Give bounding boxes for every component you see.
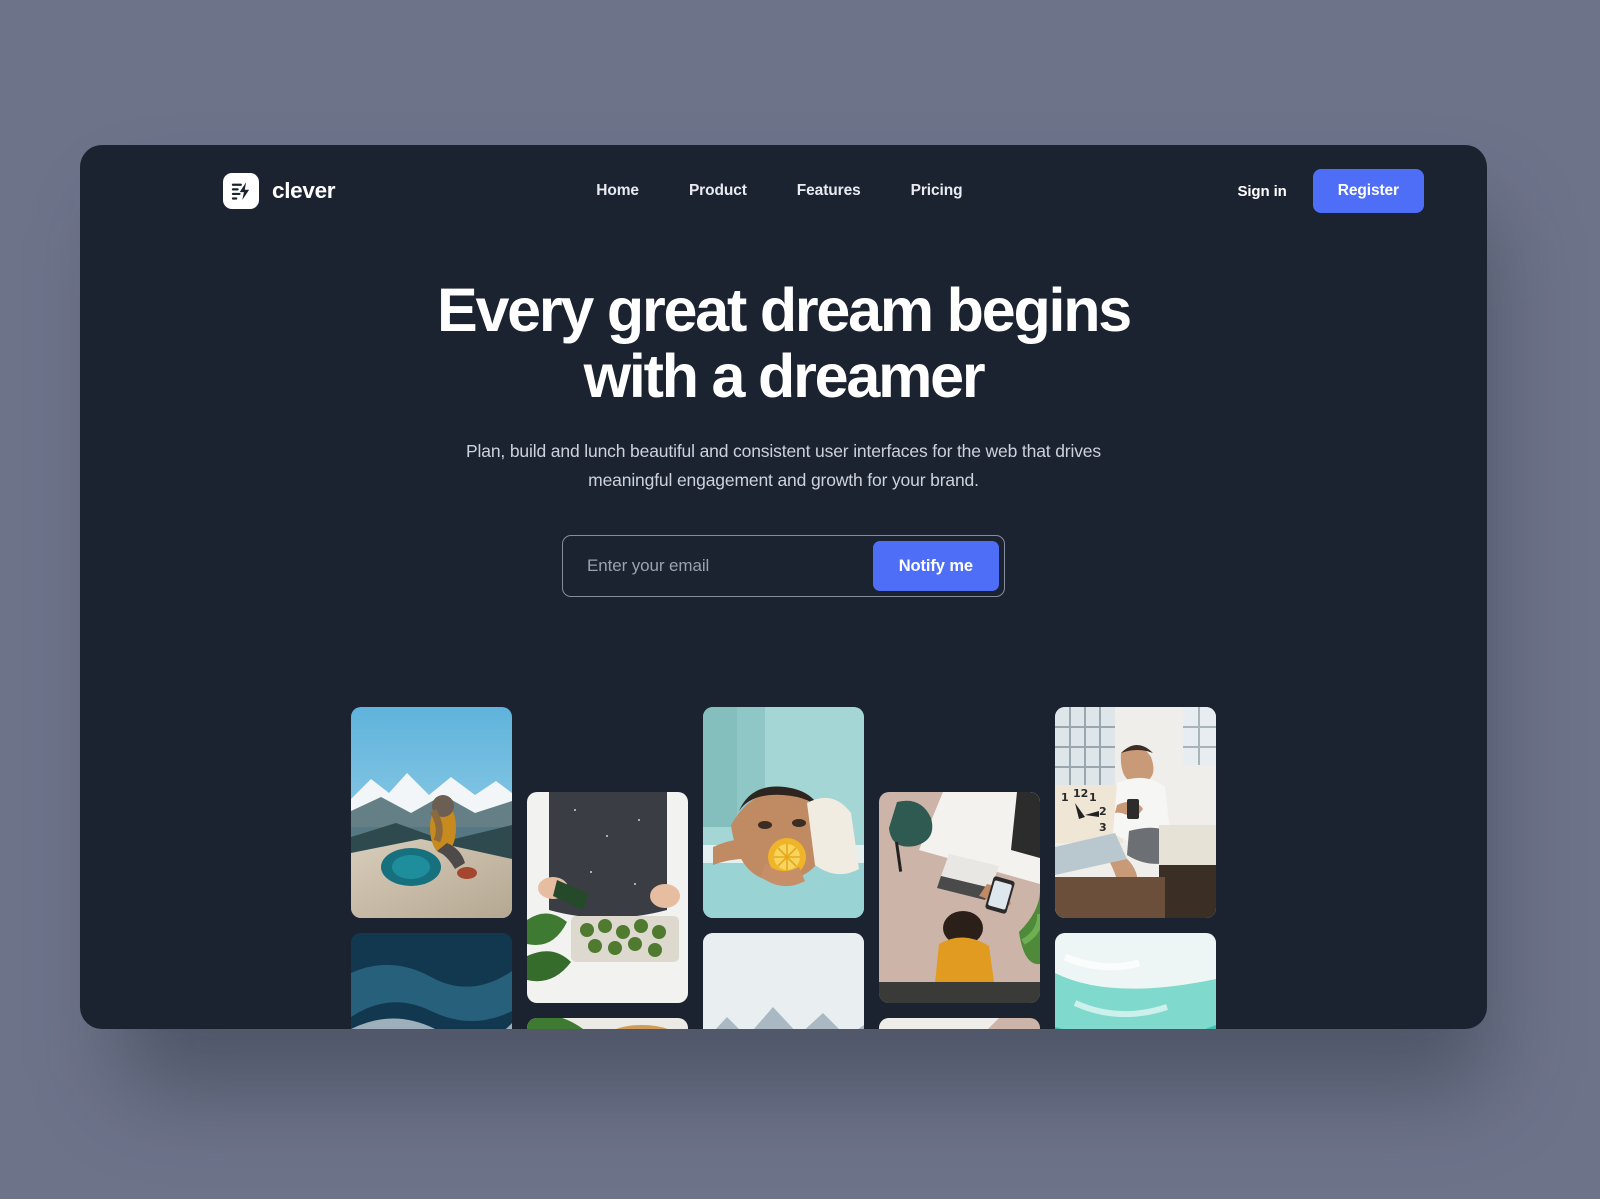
gallery-photo-woman-with-lemon[interactable] [703,707,864,918]
gallery-photo-cooking[interactable] [527,792,688,1003]
page-stage: clever Home Product Features Pricing Sig… [0,0,1600,1199]
register-button[interactable]: Register [1312,169,1424,213]
top-navigation-bar: clever Home Product Features Pricing Sig… [80,145,1487,237]
email-signup-form: Notify me [562,535,1005,598]
nav-item-pricing[interactable]: Pricing [886,174,988,208]
gallery-column: 1121 234 [1055,689,1216,1029]
brand-name: clever [272,178,336,203]
gallery-photo-ocean-waves[interactable] [351,933,512,1029]
nav-actions: Sign in Register [1237,169,1424,213]
hero-section: Every great dream begins with a dreamer … [80,277,1487,598]
gallery-photo-man-on-sofa[interactable]: 1121 234 [1055,707,1216,918]
svg-text:3: 3 [1099,821,1107,834]
gallery-column [351,689,512,1029]
email-input[interactable] [568,541,873,592]
brand-logo[interactable]: clever [223,173,336,209]
hero-subtitle: Plan, build and lunch beautiful and cons… [466,440,1101,491]
gallery-column [527,689,688,1029]
gallery-column [703,689,864,1029]
notify-me-button[interactable]: Notify me [872,541,999,592]
gallery-photo-hiker[interactable] [351,707,512,918]
page-title: Every great dream begins with a dreamer [434,277,1134,410]
gallery-photo-snowy-mountains[interactable] [703,933,864,1029]
hero-title-line-1: Every great dream begins [436,276,1132,344]
gallery-photo-ceramic-jars[interactable] [527,1018,688,1029]
svg-text:1: 1 [1089,791,1097,804]
gallery-photo-plant-desk[interactable] [879,1018,1040,1029]
lightning-bolt-lines-icon [223,173,259,209]
sign-in-link[interactable]: Sign in [1237,183,1286,200]
gallery-column [879,689,1040,1029]
svg-text:2: 2 [1099,805,1107,818]
primary-nav: Home Product Features Pricing [571,174,1001,208]
landing-page-card: clever Home Product Features Pricing Sig… [80,145,1487,1029]
nav-item-features[interactable]: Features [772,174,886,208]
photo-gallery: 1121 234 [80,689,1487,1029]
nav-item-home[interactable]: Home [571,174,664,208]
svg-text:1: 1 [1061,791,1069,804]
gallery-photo-desk-overhead[interactable] [879,792,1040,1003]
nav-item-product[interactable]: Product [664,174,772,208]
hero-title-line-2: with a dreamer [583,342,986,411]
gallery-photo-surfer-wave[interactable] [1055,933,1216,1029]
svg-text:12: 12 [1073,787,1088,800]
